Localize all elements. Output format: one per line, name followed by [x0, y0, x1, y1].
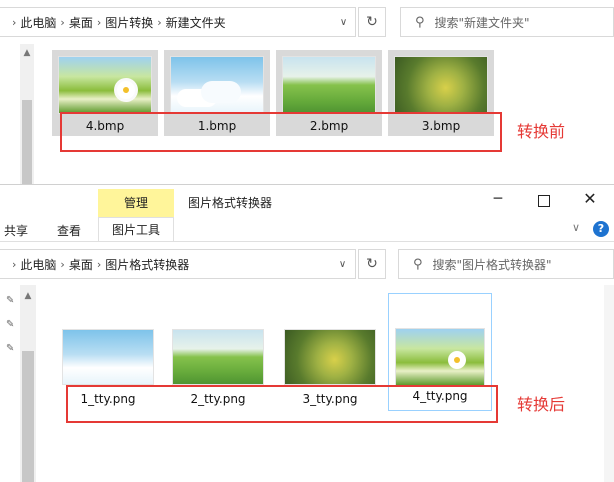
top-breadcrumb-chevron-icon: ›	[60, 15, 65, 29]
top-search-input[interactable]: ⚲ 搜索"新建文件夹"	[400, 7, 614, 37]
bottom-search-placeholder: 搜索"图片格式转换器"	[432, 257, 552, 272]
bottom-breadcrumb-chevron-icon: ›	[96, 257, 102, 271]
thumbnail-daisy-field	[395, 328, 485, 386]
help-icon[interactable]: ?	[593, 221, 609, 237]
annotation-box-before	[60, 112, 502, 152]
bottom-breadcrumb-chevron-icon: ›	[12, 257, 17, 271]
bottom-refresh-button[interactable]: ↻	[358, 249, 386, 279]
top-breadcrumb-chevron-icon: ›	[12, 15, 17, 29]
ribbon-tab-bar	[0, 217, 614, 242]
thumbnail-yellow-flowers	[284, 329, 376, 385]
close-button[interactable]: ✕	[576, 189, 604, 209]
search-icon: ⚲	[413, 256, 423, 272]
annotation-label-after: 转换后	[517, 395, 566, 414]
bottom-breadcrumb-chevron-icon: ›	[60, 257, 65, 271]
pin-icon: ✎	[6, 319, 15, 330]
scroll-up-arrow-icon[interactable]: ▲	[20, 291, 36, 301]
thumbnail-daisy-field	[58, 56, 152, 114]
top-breadcrumb-item-3[interactable]: 新建文件夹	[166, 14, 226, 31]
top-breadcrumb-item-1[interactable]: 桌面	[69, 14, 93, 31]
top-refresh-button[interactable]: ↻	[358, 7, 386, 37]
bottom-right-scrollbar[interactable]	[604, 285, 614, 482]
annotation-box-after	[66, 385, 498, 423]
scroll-thumb[interactable]	[22, 351, 34, 482]
maximize-icon	[538, 195, 550, 207]
top-address-dropdown-button[interactable]: ∨	[332, 7, 356, 37]
top-breadcrumb-chevron-icon: ›	[96, 15, 102, 29]
tab-view[interactable]: 查看	[57, 222, 81, 239]
bottom-address-dropdown-button[interactable]: ∨	[330, 249, 356, 279]
refresh-icon: ↻	[366, 256, 378, 272]
pin-icon: ✎	[6, 343, 15, 354]
bottom-navigation-pane[interactable]: ✎ ✎ ✎	[0, 285, 20, 482]
pin-icon: ✎	[6, 295, 15, 306]
bottom-explorer-window: 管理 图片格式转换器 ─ ✕ 共享 查看 图片工具 ∨ ? › 此电脑 › 桌面…	[0, 184, 614, 482]
top-search-placeholder: 搜索"新建文件夹"	[434, 15, 530, 30]
search-icon: ⚲	[415, 14, 425, 30]
thumbnail-yellow-flowers	[394, 56, 488, 114]
thumbnail-green-meadow	[172, 329, 264, 385]
top-breadcrumb-chevron-icon: ›	[157, 15, 162, 29]
top-address-bar[interactable]: › 此电脑 › 桌面 › 图片转换 › 新建文件夹	[0, 7, 356, 37]
window-title: 图片格式转换器	[188, 196, 273, 210]
context-group-label: 管理	[123, 196, 148, 210]
bottom-search-input[interactable]: ⚲ 搜索"图片格式转换器"	[398, 249, 614, 279]
ribbon-expand-chevron-icon[interactable]: ∨	[572, 221, 580, 234]
scroll-up-arrow-icon[interactable]: ▲	[20, 48, 34, 58]
bottom-nav-scrollbar[interactable]: ▲	[20, 285, 36, 482]
bottom-breadcrumb-item-1[interactable]: 桌面	[69, 256, 93, 273]
top-breadcrumb-item-0[interactable]: 此电脑	[20, 14, 56, 31]
thumbnail-clouds-sky	[62, 329, 154, 385]
refresh-icon: ↻	[366, 14, 378, 30]
tab-share[interactable]: 共享	[4, 222, 28, 239]
scroll-thumb[interactable]	[22, 100, 32, 184]
thumbnail-clouds-sky	[170, 56, 264, 114]
ribbon-context-group[interactable]: 管理	[98, 189, 174, 217]
thumbnail-green-meadow	[282, 56, 376, 114]
bottom-breadcrumb-item-0[interactable]: 此电脑	[20, 256, 56, 273]
top-breadcrumb-item-2[interactable]: 图片转换	[105, 14, 153, 31]
top-nav-scrollbar[interactable]: ▲	[20, 44, 34, 184]
minimize-button[interactable]: ─	[484, 191, 512, 211]
tab-picture-tools[interactable]: 图片工具	[98, 217, 174, 241]
bottom-breadcrumb-item-2[interactable]: 图片格式转换器	[105, 256, 189, 273]
maximize-button[interactable]	[530, 191, 558, 211]
bottom-address-bar[interactable]: › 此电脑 › 桌面 › 图片格式转换器	[0, 249, 356, 279]
annotation-label-before: 转换前	[517, 122, 566, 141]
